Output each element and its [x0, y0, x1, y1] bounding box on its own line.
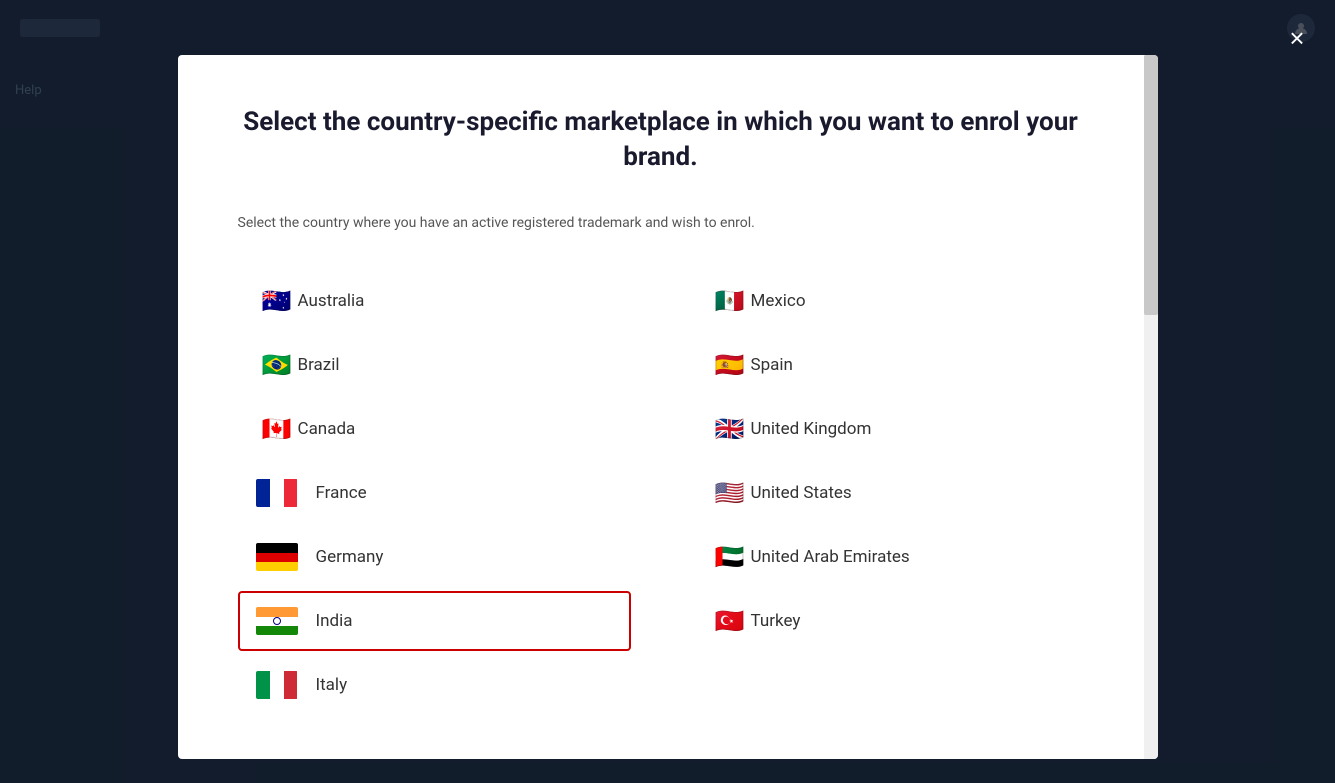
country-name-mx: Mexico: [751, 291, 806, 311]
country-item-de[interactable]: Germany: [238, 527, 631, 587]
country-name-ca: Canada: [298, 419, 356, 439]
country-name-br: Brazil: [298, 355, 340, 375]
flag-au: 🇦🇺: [256, 287, 298, 315]
modal-dialog: Select the country-specific marketplace …: [178, 55, 1158, 759]
country-item-au[interactable]: 🇦🇺 Australia: [238, 271, 631, 331]
flag-es: 🇪🇸: [709, 351, 751, 379]
flag-ae: 🇦🇪: [709, 543, 751, 571]
modal-overlay: Select the country-specific marketplace …: [0, 0, 1335, 783]
country-name-tr: Turkey: [751, 611, 801, 631]
close-button[interactable]: ×: [1279, 20, 1315, 56]
country-name-fr: France: [316, 483, 367, 503]
flag-fr: [256, 479, 298, 507]
flag-ca: 🇨🇦: [256, 415, 298, 443]
country-column-left: 🇦🇺 Australia 🇧🇷 Brazil 🇨🇦 Canada: [238, 271, 631, 719]
country-item-fr[interactable]: France: [238, 463, 631, 523]
modal-title: Select the country-specific marketplace …: [238, 105, 1084, 175]
modal-content: Select the country-specific marketplace …: [178, 55, 1158, 759]
scrollbar-thumb[interactable]: [1144, 55, 1158, 315]
country-item-mx[interactable]: 🇲🇽 Mexico: [691, 271, 1084, 331]
flag-tr: 🇹🇷: [709, 607, 751, 635]
country-name-au: Australia: [298, 291, 365, 311]
scrollbar-track[interactable]: [1144, 55, 1158, 759]
country-item-br[interactable]: 🇧🇷 Brazil: [238, 335, 631, 395]
modal-subtitle: Select the country where you have an act…: [238, 215, 1084, 231]
country-item-us[interactable]: 🇺🇸 United States: [691, 463, 1084, 523]
country-name-gb: United Kingdom: [751, 419, 872, 439]
country-name-ae: United Arab Emirates: [751, 547, 910, 567]
flag-gb: 🇬🇧: [709, 415, 751, 443]
country-item-it[interactable]: Italy: [238, 655, 631, 715]
country-name-de: Germany: [316, 547, 384, 567]
flag-mx: 🇲🇽: [709, 287, 751, 315]
country-item-ca[interactable]: 🇨🇦 Canada: [238, 399, 631, 459]
country-item-ae[interactable]: 🇦🇪 United Arab Emirates: [691, 527, 1084, 587]
country-item-tr[interactable]: 🇹🇷 Turkey: [691, 591, 1084, 651]
country-grid: 🇦🇺 Australia 🇧🇷 Brazil 🇨🇦 Canada: [238, 271, 1084, 719]
country-column-right: 🇲🇽 Mexico 🇪🇸 Spain 🇬🇧 United Kingdom 🇺🇸 …: [691, 271, 1084, 719]
country-item-in[interactable]: India: [238, 591, 631, 651]
flag-de: [256, 543, 298, 571]
flag-us: 🇺🇸: [709, 479, 751, 507]
country-name-es: Spain: [751, 355, 793, 375]
country-name-us: United States: [751, 483, 852, 503]
flag-it: [256, 671, 298, 699]
country-name-in: India: [316, 611, 353, 631]
country-item-gb[interactable]: 🇬🇧 United Kingdom: [691, 399, 1084, 459]
flag-in: [256, 607, 298, 635]
country-name-it: Italy: [316, 675, 348, 695]
country-item-es[interactable]: 🇪🇸 Spain: [691, 335, 1084, 395]
flag-br: 🇧🇷: [256, 351, 298, 379]
